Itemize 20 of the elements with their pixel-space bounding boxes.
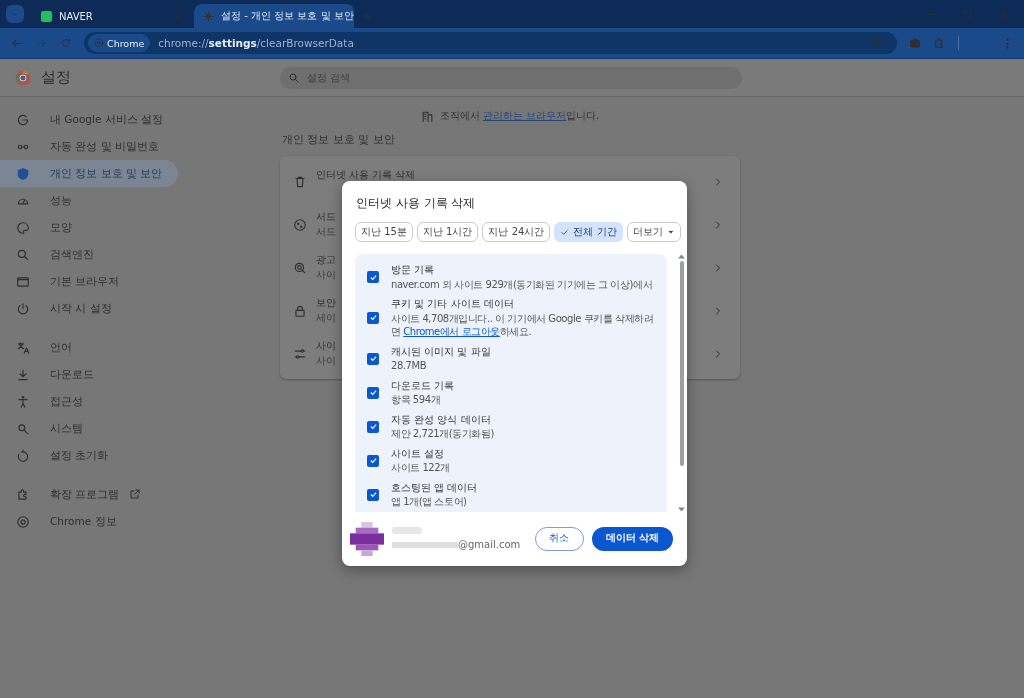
item-detail: 앱 1개(앱 스토어) [391, 495, 468, 509]
item-title: 다운로드 기록 [391, 378, 455, 392]
item-title: 호스팅된 앱 데이터 [391, 480, 478, 494]
item-detail: 항목 594개 [391, 393, 442, 407]
account-email: @gmail.com [458, 539, 521, 550]
url-text: chrome://settings/clearBrowserData [158, 37, 354, 49]
item-detail: 제안 2,721개(동기화됨) [391, 427, 494, 441]
item-title: 캐시된 이미지 및 파일 [391, 344, 491, 358]
item-detail: 사이트 4,708개입니다.. 이 기기에서 Google 쿠키를 삭제하려면 Chrome에서 로그아웃하세요. [391, 311, 655, 339]
item-title: 쿠키 및 기타 사이트 데이터 [391, 297, 515, 311]
item-detail: 28.7MB [391, 359, 428, 373]
item-detail: naver.com 외 사이트 929개(동기화된 기기에는 그 이상)에서 [391, 277, 653, 291]
section-title: 개인 정보 보호 및 보안 [282, 132, 396, 147]
item-title: 자동 완성 양식 데이터 [391, 412, 492, 426]
dialog-title: 인터넷 사용 기록 삭제 [356, 195, 477, 212]
item-title: 사이트 설정 [391, 446, 446, 460]
item-title: 방문 기록 [391, 263, 436, 277]
page-title: 설정 [41, 68, 71, 87]
item-detail: 사이트 122개 [391, 461, 450, 475]
managed-notice: 조직에서 관리하는 브라우저입니다. [439, 109, 600, 123]
